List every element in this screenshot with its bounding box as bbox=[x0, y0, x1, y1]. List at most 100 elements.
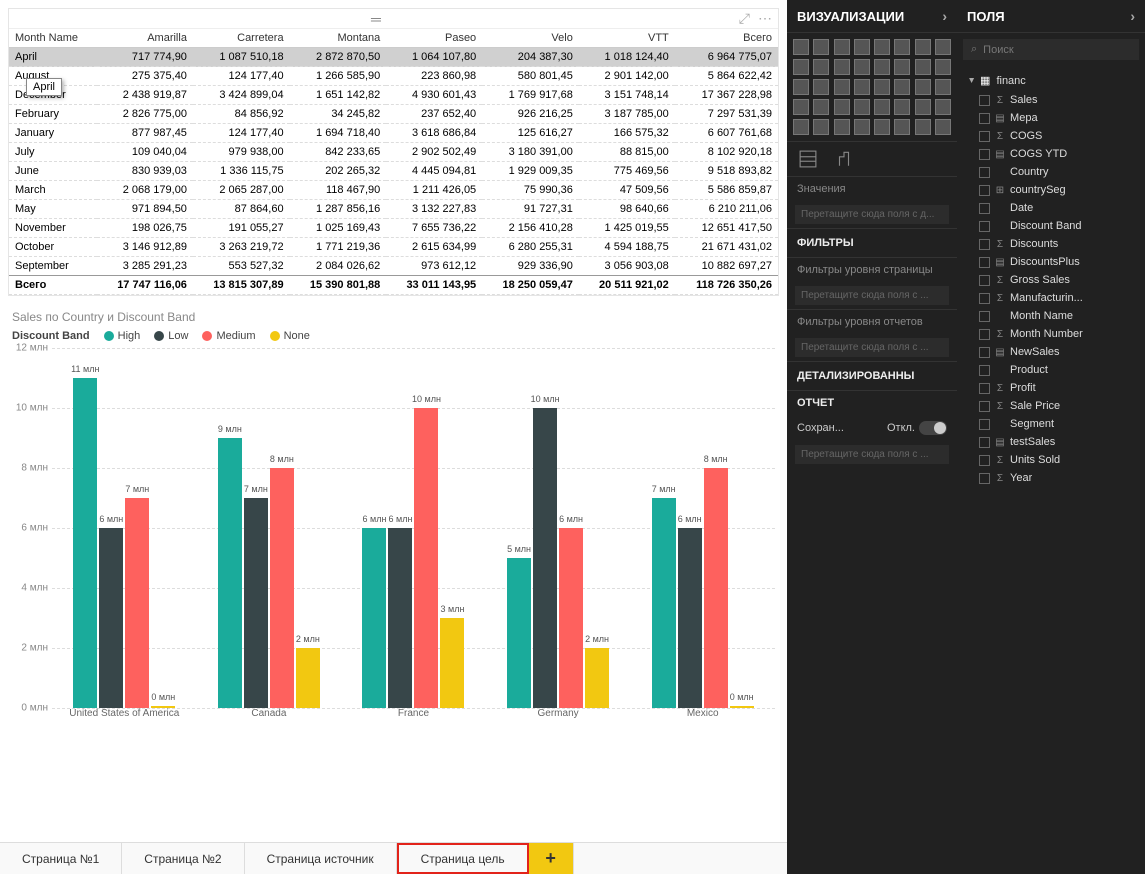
bar[interactable]: 8 млн bbox=[704, 468, 728, 708]
field-item[interactable]: ▤COGS YTD bbox=[957, 145, 1145, 163]
field-checkbox[interactable] bbox=[979, 455, 990, 466]
field-checkbox[interactable] bbox=[979, 329, 990, 340]
table-row[interactable]: August275 375,40124 177,401 266 585,9022… bbox=[9, 67, 778, 86]
viz-type-icon[interactable] bbox=[813, 99, 829, 115]
column-header[interactable]: Velo bbox=[482, 29, 579, 48]
table-row[interactable]: September3 285 291,23553 527,322 084 026… bbox=[9, 257, 778, 276]
bar[interactable]: 6 млн bbox=[99, 528, 123, 708]
column-header[interactable]: Montana bbox=[290, 29, 387, 48]
field-item[interactable]: ΣDiscounts bbox=[957, 235, 1145, 253]
viz-type-icon[interactable] bbox=[834, 39, 850, 55]
more-options-icon[interactable]: ⋯ bbox=[758, 10, 772, 27]
page-tab[interactable]: Страница №1 bbox=[0, 843, 122, 874]
field-checkbox[interactable] bbox=[979, 437, 990, 448]
viz-type-icon[interactable] bbox=[935, 39, 951, 55]
page-tab[interactable]: Страница №2 bbox=[122, 843, 244, 874]
viz-type-icon[interactable] bbox=[793, 99, 809, 115]
keep-filters-toggle[interactable] bbox=[919, 421, 947, 435]
bar[interactable]: 9 млн bbox=[218, 438, 242, 708]
viz-type-icon[interactable] bbox=[813, 119, 829, 135]
column-header[interactable]: Paseo bbox=[386, 29, 482, 48]
field-checkbox[interactable] bbox=[979, 167, 990, 178]
viz-type-icon[interactable] bbox=[854, 59, 870, 75]
legend-item[interactable]: Medium bbox=[202, 330, 255, 342]
viz-type-icon[interactable] bbox=[915, 59, 931, 75]
viz-type-icon[interactable] bbox=[793, 79, 809, 95]
viz-type-icon[interactable] bbox=[834, 59, 850, 75]
field-item[interactable]: Product bbox=[957, 361, 1145, 379]
bar[interactable]: 7 млн bbox=[652, 498, 676, 708]
bar[interactable]: 6 млн bbox=[388, 528, 412, 708]
field-checkbox[interactable] bbox=[979, 473, 990, 484]
field-item[interactable]: ΣCOGS bbox=[957, 127, 1145, 145]
field-checkbox[interactable] bbox=[979, 95, 990, 106]
field-checkbox[interactable] bbox=[979, 401, 990, 412]
field-checkbox[interactable] bbox=[979, 419, 990, 430]
bar[interactable]: 10 млн bbox=[533, 408, 557, 708]
matrix-visual[interactable]: ═ ⤢ ⋯ Month NameAmarillaCarreteraMontana… bbox=[8, 8, 779, 296]
bar[interactable]: 5 млн bbox=[507, 558, 531, 708]
focus-mode-icon[interactable]: ⤢ bbox=[739, 10, 750, 27]
field-checkbox[interactable] bbox=[979, 347, 990, 358]
bar[interactable]: 8 млн bbox=[270, 468, 294, 708]
viz-type-icon[interactable] bbox=[834, 99, 850, 115]
field-item[interactable]: ΣSales bbox=[957, 91, 1145, 109]
field-item[interactable]: ΣGross Sales bbox=[957, 271, 1145, 289]
field-checkbox[interactable] bbox=[979, 239, 990, 250]
field-item[interactable]: ΣSale Price bbox=[957, 397, 1145, 415]
bar[interactable]: 7 млн bbox=[125, 498, 149, 708]
bar[interactable]: 6 млн bbox=[362, 528, 386, 708]
add-page-button[interactable]: + bbox=[529, 843, 574, 874]
format-mode-icon[interactable] bbox=[835, 150, 853, 168]
table-row[interactable]: December2 438 919,873 424 899,041 651 14… bbox=[9, 86, 778, 105]
bar[interactable]: 3 млн bbox=[440, 618, 464, 708]
viz-type-icon[interactable] bbox=[793, 59, 809, 75]
viz-type-icon[interactable] bbox=[813, 39, 829, 55]
viz-type-icon[interactable] bbox=[894, 39, 910, 55]
table-row[interactable]: July109 040,04979 938,00842 233,652 902 … bbox=[9, 143, 778, 162]
viz-type-icon[interactable] bbox=[834, 119, 850, 135]
field-item[interactable]: ΣManufacturin... bbox=[957, 289, 1145, 307]
field-checkbox[interactable] bbox=[979, 293, 990, 304]
column-header[interactable]: Month Name bbox=[9, 29, 97, 48]
viz-type-icon[interactable] bbox=[874, 79, 890, 95]
viz-type-icon[interactable] bbox=[935, 59, 951, 75]
viz-type-icon[interactable] bbox=[834, 79, 850, 95]
field-checkbox[interactable] bbox=[979, 113, 990, 124]
legend-item[interactable]: Low bbox=[154, 330, 188, 342]
field-item[interactable]: ▤DiscountsPlus bbox=[957, 253, 1145, 271]
viz-type-icon[interactable] bbox=[874, 99, 890, 115]
field-item[interactable]: Segment bbox=[957, 415, 1145, 433]
viz-type-icon[interactable] bbox=[854, 119, 870, 135]
field-item[interactable]: ▤NewSales bbox=[957, 343, 1145, 361]
viz-type-icon[interactable] bbox=[793, 39, 809, 55]
table-row[interactable]: June830 939,031 336 115,75202 265,324 44… bbox=[9, 162, 778, 181]
field-checkbox[interactable] bbox=[979, 257, 990, 268]
bar[interactable]: 2 млн bbox=[585, 648, 609, 708]
column-header[interactable]: Carretera bbox=[193, 29, 290, 48]
field-item[interactable]: Month Name bbox=[957, 307, 1145, 325]
viz-type-icon[interactable] bbox=[793, 119, 809, 135]
viz-type-icon[interactable] bbox=[813, 79, 829, 95]
table-row[interactable]: October3 146 912,893 263 219,721 771 219… bbox=[9, 238, 778, 257]
field-item[interactable]: Discount Band bbox=[957, 217, 1145, 235]
viz-type-icon[interactable] bbox=[874, 39, 890, 55]
field-checkbox[interactable] bbox=[979, 275, 990, 286]
field-item[interactable]: ▤Мера bbox=[957, 109, 1145, 127]
collapse-fields-icon[interactable]: › bbox=[1130, 8, 1135, 24]
viz-type-icon[interactable] bbox=[854, 39, 870, 55]
table-row[interactable]: November198 026,75191 055,271 025 169,43… bbox=[9, 219, 778, 238]
field-item[interactable]: ΣMonth Number bbox=[957, 325, 1145, 343]
legend-item[interactable]: None bbox=[270, 330, 310, 342]
bar[interactable]: 2 млн bbox=[296, 648, 320, 708]
viz-type-icon[interactable] bbox=[854, 79, 870, 95]
field-item[interactable]: ▤testSales bbox=[957, 433, 1145, 451]
field-checkbox[interactable] bbox=[979, 365, 990, 376]
viz-type-icon[interactable] bbox=[935, 119, 951, 135]
viz-type-icon[interactable] bbox=[874, 119, 890, 135]
column-header[interactable]: Всего bbox=[675, 29, 778, 48]
viz-type-icon[interactable] bbox=[915, 39, 931, 55]
viz-type-icon[interactable] bbox=[854, 99, 870, 115]
table-node[interactable]: ▸▦financ bbox=[957, 70, 1145, 91]
field-checkbox[interactable] bbox=[979, 131, 990, 142]
